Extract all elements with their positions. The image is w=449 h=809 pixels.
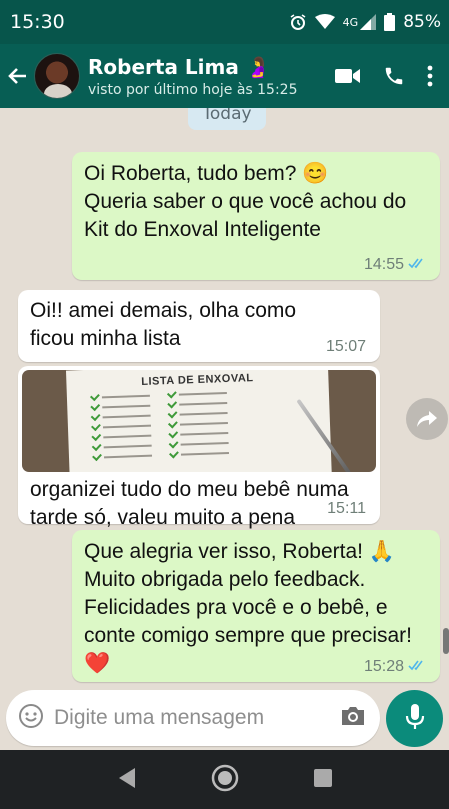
recents-nav-icon[interactable] [313,768,333,792]
message-time: 15:07 [325,338,366,355]
status-bar: 15:30 4G 85% [0,0,449,44]
emoji-icon[interactable] [18,703,44,733]
image-message[interactable]: LISTA DE ENXOVAL organizei tudo do meu b… [18,366,380,529]
message-time: 15:11 [327,500,366,517]
message-time: 14:55 [363,256,404,273]
signal-icon [360,14,377,30]
read-ticks-icon [408,256,426,274]
image-caption: organizei tudo do meu bebê numa tarde só… [30,478,349,529]
shared-photo[interactable]: LISTA DE ENXOVAL [22,370,376,472]
chat-header: Roberta Lima 🤰 visto por último hoje às … [0,44,449,108]
message-field [6,690,380,746]
date-divider: Today [188,108,266,130]
message-meta: 15:11 [327,500,366,518]
message-text: Oi Roberta, tudo bem? 😊 Queria saber o q… [84,162,407,241]
contact-info[interactable]: Roberta Lima 🤰 visto por último hoje às … [88,55,298,98]
message-text: Oi!! amei demais, olha como ficou minha … [30,299,297,350]
composer [0,690,449,750]
back-arrow-icon[interactable] [6,64,36,88]
status-icons: 4G 85% [289,12,441,32]
microphone-button[interactable] [386,690,443,747]
home-nav-icon[interactable] [210,763,240,797]
header-actions [335,65,433,87]
forward-icon[interactable] [406,398,448,440]
status-time: 15:30 [10,11,65,33]
message-meta: 15:28 [364,658,426,676]
system-nav-bar [0,750,449,809]
checklist-paper: LISTA DE ENXOVAL [65,370,333,472]
more-options-icon[interactable] [427,65,433,87]
message-meta: 15:07 [326,338,366,356]
read-ticks-icon [408,658,426,676]
last-seen: visto por último hoje às 15:25 [88,81,298,98]
message-incoming[interactable]: Oi!! amei demais, olha como ficou minha … [18,290,380,362]
message-text: Que alegria ver isso, Roberta! 🙏 Muito o… [84,540,412,675]
scrollbar[interactable] [443,628,449,654]
video-call-icon[interactable] [335,67,361,85]
message-outgoing[interactable]: Que alegria ver isso, Roberta! 🙏 Muito o… [72,530,440,682]
message-outgoing[interactable]: Oi Roberta, tudo bem? 😊 Queria saber o q… [72,152,440,280]
avatar[interactable] [34,53,80,99]
battery-icon [384,13,396,31]
network-type: 4G [342,16,359,29]
phone-icon[interactable] [383,65,405,87]
camera-icon[interactable] [340,705,366,731]
contact-name: Roberta Lima 🤰 [88,54,271,79]
message-meta: 14:55 [364,256,426,274]
message-input[interactable] [54,706,340,730]
alarm-icon [289,13,307,31]
wifi-icon [314,14,335,30]
battery-percent: 85% [403,12,441,32]
microphone-icon [405,703,425,735]
message-time: 15:28 [363,658,404,675]
back-nav-icon[interactable] [117,767,137,793]
chat-area[interactable]: Today Oi Roberta, tudo bem? 😊 Queria sab… [0,108,449,750]
